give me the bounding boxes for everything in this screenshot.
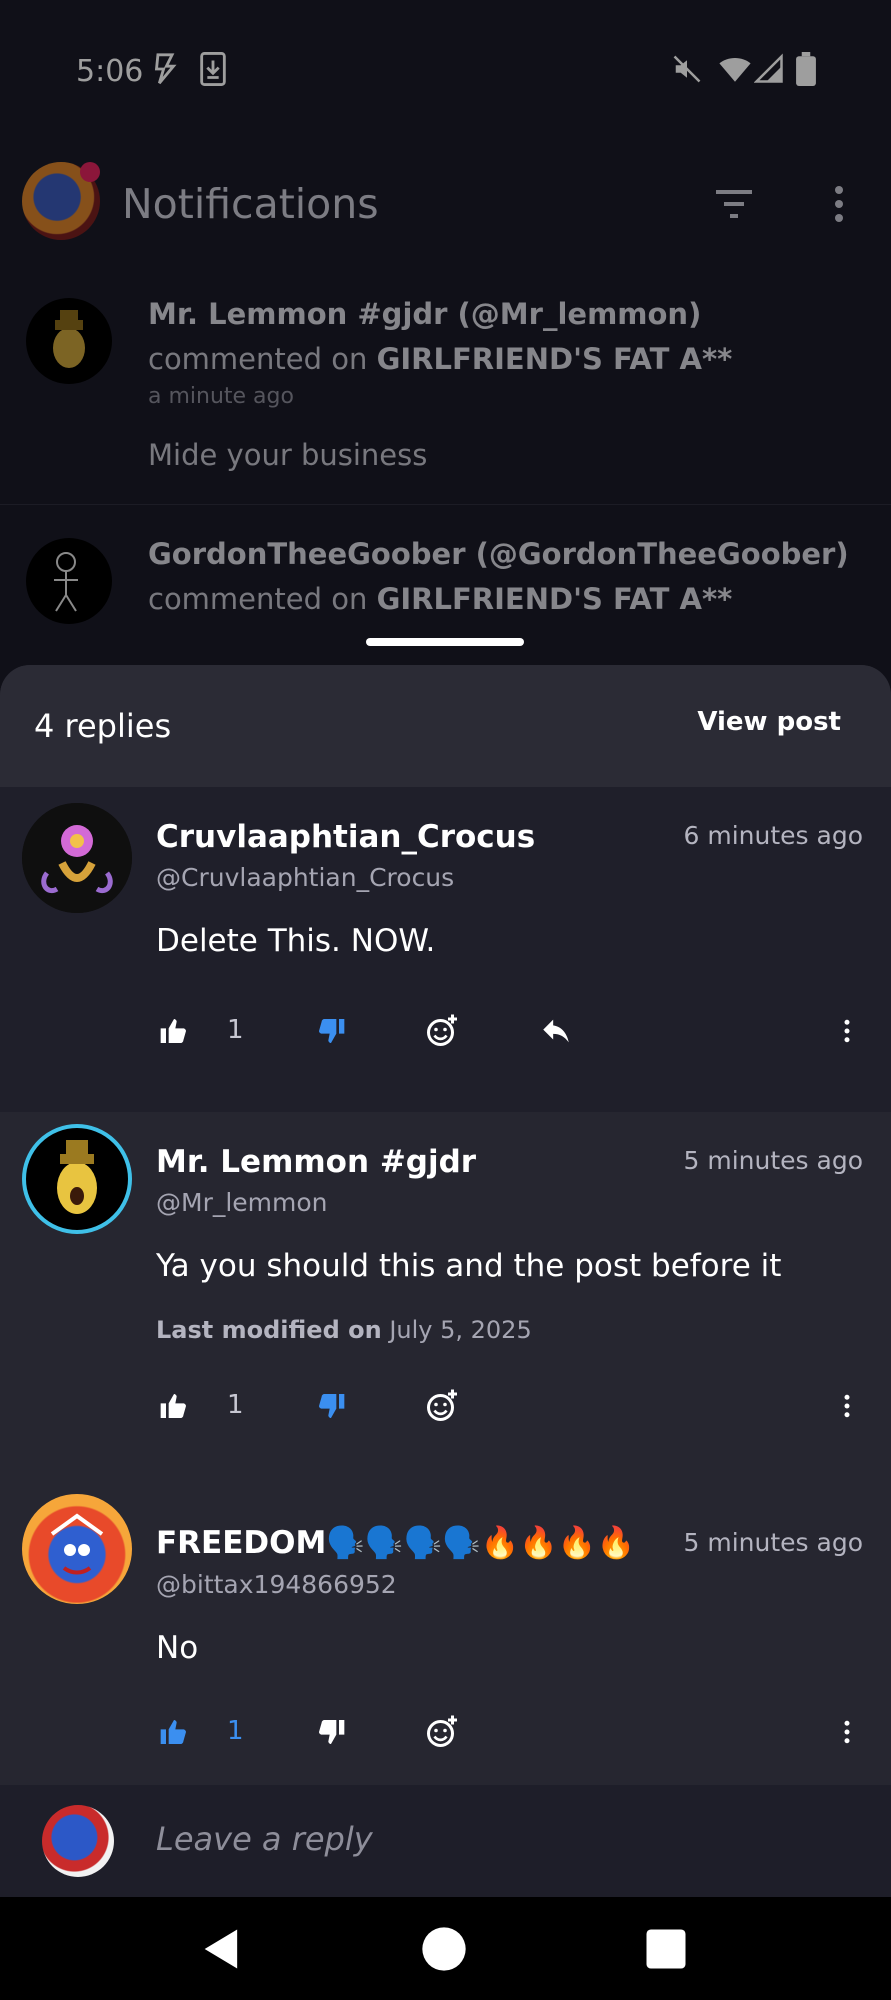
comment-handle: @Mr_lemmon: [156, 1188, 328, 1217]
comment-author[interactable]: Mr. Lemmon #gjdr: [156, 1144, 476, 1180]
dislike-button[interactable]: [307, 1382, 355, 1430]
comment-item: FREEDOM🗣️🗣️🗣️🗣️🔥🔥🔥🔥 @bittax194866952 5 m…: [0, 1490, 891, 1785]
reply-composer[interactable]: Leave a reply: [0, 1785, 891, 1897]
modified-date: July 5, 2025: [389, 1316, 532, 1344]
replies-count: 4 replies: [34, 707, 172, 745]
dislike-button[interactable]: [307, 1007, 355, 1055]
comment-time: 5 minutes ago: [683, 1146, 863, 1175]
comment-body: No: [156, 1630, 199, 1666]
reply-input[interactable]: Leave a reply: [156, 1820, 373, 1858]
creature-avatar-icon: [22, 803, 132, 913]
thumb-up-icon: [160, 1394, 186, 1418]
avatar[interactable]: [22, 803, 132, 913]
home-icon[interactable]: [418, 1923, 470, 1975]
add-reaction-icon: [427, 1014, 457, 1046]
comment-author[interactable]: Cruvlaaphtian_Crocus: [156, 819, 535, 855]
thumb-down-icon: [319, 1394, 345, 1418]
system-nav-bar: [0, 1897, 891, 2000]
like-count: 1: [227, 1716, 244, 1746]
comment-actions: 1: [0, 1382, 891, 1432]
comment-actions: 1: [0, 1007, 891, 1057]
comment-time: 5 minutes ago: [683, 1528, 863, 1557]
comment-body: Delete This. NOW.: [156, 923, 436, 959]
more-vert-icon: [844, 1019, 850, 1043]
comment-more-button[interactable]: [823, 1007, 871, 1055]
more-vert-icon: [844, 1394, 850, 1418]
sheet-drag-handle[interactable]: [366, 638, 524, 646]
like-count: 1: [227, 1390, 244, 1420]
flag-hedgehog-avatar-icon: [50, 1513, 104, 1575]
comment-more-button[interactable]: [823, 1708, 871, 1756]
like-button[interactable]: [150, 1007, 198, 1055]
comment-body: Ya you should this and the post before i…: [156, 1248, 782, 1284]
add-reaction-button[interactable]: [418, 1708, 466, 1756]
add-reaction-icon: [427, 1715, 457, 1747]
dislike-button[interactable]: [307, 1708, 355, 1756]
comment-author[interactable]: FREEDOM🗣️🗣️🗣️🗣️🔥🔥🔥🔥: [156, 1524, 635, 1561]
reply-icon: [543, 1019, 569, 1043]
view-post-button[interactable]: View post: [697, 707, 841, 737]
thumb-up-icon: [160, 1720, 186, 1744]
avatar[interactable]: [22, 1124, 132, 1234]
add-reaction-button[interactable]: [418, 1007, 466, 1055]
modified-label: Last modified on: [156, 1316, 382, 1344]
thumb-down-icon: [319, 1720, 345, 1744]
avatar[interactable]: [22, 1494, 132, 1604]
thumb-down-icon: [319, 1019, 345, 1043]
like-button[interactable]: [150, 1708, 198, 1756]
recents-icon[interactable]: [640, 1923, 692, 1975]
thumb-up-icon: [160, 1019, 186, 1043]
back-icon[interactable]: [196, 1923, 248, 1975]
comment-item: Mr. Lemmon #gjdr @Mr_lemmon 5 minutes ag…: [0, 1112, 891, 1490]
add-reaction-button[interactable]: [418, 1382, 466, 1430]
sheet-header: 4 replies View post: [0, 665, 891, 787]
add-reaction-icon: [427, 1389, 457, 1421]
reply-button[interactable]: [532, 1007, 580, 1055]
like-button[interactable]: [150, 1382, 198, 1430]
like-count: 1: [227, 1015, 244, 1045]
comment-more-button[interactable]: [823, 1382, 871, 1430]
comment-handle: @Cruvlaaphtian_Crocus: [156, 863, 455, 892]
comment-item: Cruvlaaphtian_Crocus @Cruvlaaphtian_Croc…: [0, 787, 891, 1112]
comment-time: 6 minutes ago: [683, 821, 863, 850]
my-avatar: [42, 1805, 114, 1877]
scrim: [0, 0, 891, 700]
comment-actions: 1: [0, 1708, 891, 1758]
replies-sheet: 4 replies View post Cruvlaaphtian_Crocus…: [0, 665, 891, 1897]
comment-handle: @bittax194866952: [156, 1570, 397, 1599]
lemon-avatar-icon: [57, 1140, 97, 1214]
more-vert-icon: [844, 1720, 850, 1744]
